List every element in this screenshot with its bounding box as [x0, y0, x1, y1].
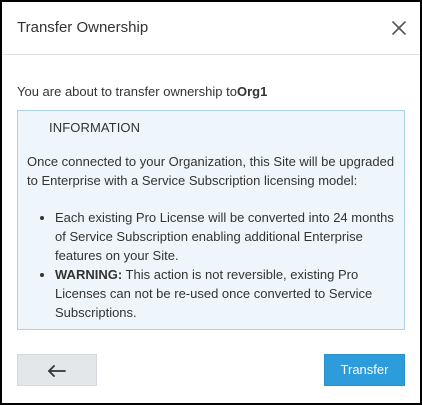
- list-item: Each existing Pro License will be conver…: [55, 208, 397, 265]
- information-body: Once connected to your Organization, thi…: [27, 154, 395, 188]
- back-button[interactable]: [17, 354, 97, 386]
- bullet-text: Each existing Pro License will be conver…: [55, 210, 394, 263]
- transfer-intro: You are about to transfer ownership toOr…: [17, 84, 267, 99]
- org-name: Org1: [236, 84, 268, 99]
- dialog-title: Transfer Ownership: [17, 19, 149, 36]
- transfer-ownership-dialog: Transfer Ownership You are about to tran…: [0, 0, 422, 405]
- information-list: Each existing Pro License will be conver…: [27, 208, 397, 322]
- intro-text: You are about to transfer ownership to: [17, 84, 237, 99]
- warning-label: WARNING:: [55, 267, 123, 282]
- transfer-button[interactable]: Transfer: [324, 354, 405, 386]
- list-item: WARNING: This action is not reversible, …: [55, 265, 397, 322]
- footer-divider: [2, 338, 420, 339]
- information-box: INFORMATION Once connected to your Organ…: [17, 110, 405, 330]
- information-heading: INFORMATION: [49, 120, 141, 135]
- close-button[interactable]: [388, 17, 410, 39]
- close-icon: [392, 21, 406, 35]
- dialog-header: Transfer Ownership: [2, 2, 420, 55]
- arrow-left-icon: [48, 365, 66, 377]
